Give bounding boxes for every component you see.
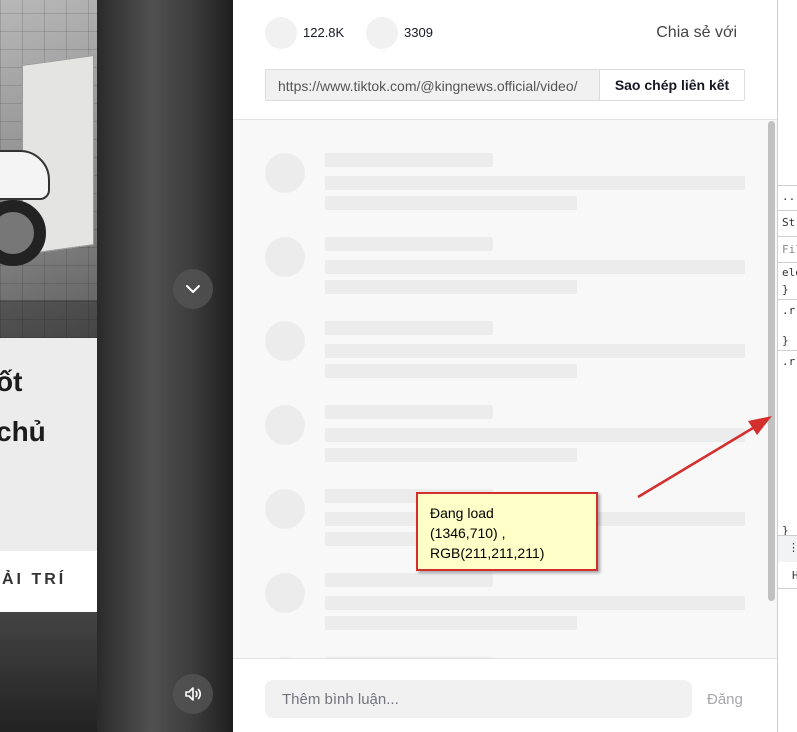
devtools-panel[interactable]: ... St Fil ele } .r: } .r: } ⋮ H <box>777 0 797 732</box>
comment-list-loading[interactable] <box>233 119 777 659</box>
video-detail-panel: 122.8K 3309 Chia sẻ với https://www.tikt… <box>233 0 777 732</box>
comment-skeleton <box>265 573 745 633</box>
video-player[interactable]: ốt chủ ẢI TRÍ <box>0 0 233 732</box>
comment-composer: Đăng <box>233 659 777 732</box>
caption-footer: ẢI TRÍ <box>0 551 97 612</box>
share-link-url[interactable]: https://www.tiktok.com/@kingnews.officia… <box>266 70 599 100</box>
devtools-code-line: ele <box>782 266 797 279</box>
next-video-button[interactable] <box>173 269 213 309</box>
devtools-styles-tab[interactable]: St <box>782 216 795 229</box>
post-comment-button[interactable]: Đăng <box>707 691 743 708</box>
comment-skeleton <box>265 153 745 213</box>
devtools-more-tabs[interactable]: ... <box>782 190 797 203</box>
video-caption-card: ốt chủ ẢI TRÍ <box>0 338 97 612</box>
annotation-line: (1346,710) , <box>430 525 506 541</box>
devtools-code-line: .r: <box>782 355 797 368</box>
devtools-drag-handle[interactable]: ⋮ <box>788 541 797 554</box>
caption-line: ốt <box>0 366 23 397</box>
chevron-down-icon <box>186 285 200 293</box>
volume-button[interactable] <box>173 674 213 714</box>
share-label: Chia sẻ với <box>656 24 737 41</box>
comment-scrollbar[interactable] <box>768 121 775 601</box>
annotation-line: Đang load <box>430 505 494 521</box>
comment-input[interactable] <box>265 680 692 718</box>
devtools-code-line: } <box>782 334 789 347</box>
devtools-code-line: } <box>782 283 789 296</box>
comment-icon[interactable] <box>366 17 398 49</box>
annotation-note: Đang load (1346,710) , RGB(211,211,211) <box>416 492 598 571</box>
devtools-code-line: H <box>792 569 797 582</box>
comment-skeleton <box>265 405 745 465</box>
comment-skeleton <box>265 237 745 297</box>
video-frame <box>0 0 97 338</box>
comment-count: 3309 <box>404 25 433 40</box>
share-link-box: https://www.tiktok.com/@kingnews.officia… <box>265 69 745 101</box>
like-icon[interactable] <box>265 17 297 49</box>
caption-footer-text: ẢI TRÍ <box>2 571 67 588</box>
like-count: 122.8K <box>303 25 345 40</box>
comment-skeleton <box>265 321 745 381</box>
copy-link-button[interactable]: Sao chép liên kết <box>599 70 744 100</box>
speaker-icon <box>185 687 202 701</box>
devtools-code-line: .r: <box>782 304 797 317</box>
devtools-filter[interactable]: Fil <box>782 243 797 256</box>
video-blur-background <box>97 0 233 732</box>
caption-line: chủ <box>0 416 46 447</box>
annotation-line: RGB(211,211,211) <box>430 545 545 561</box>
